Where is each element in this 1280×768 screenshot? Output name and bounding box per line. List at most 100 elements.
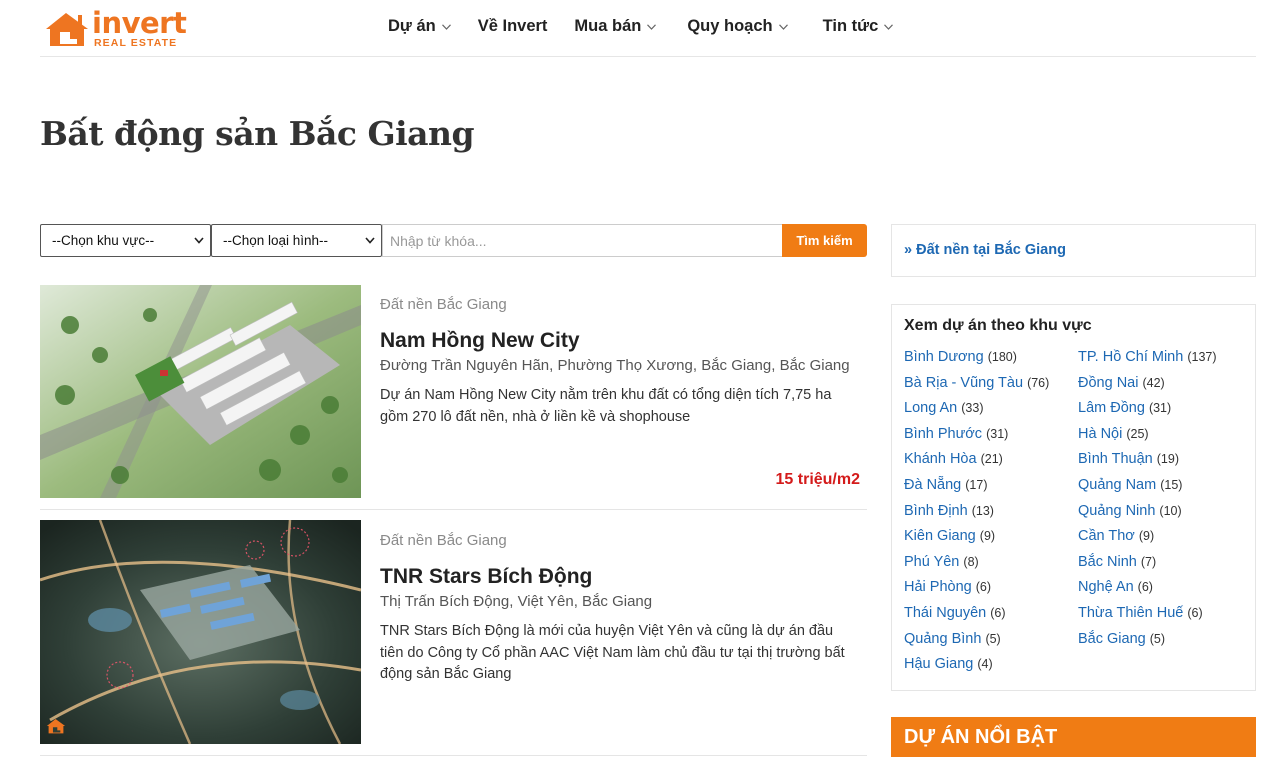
listing-category[interactable]: Đất nền Bắc Giang xyxy=(380,532,507,549)
logo-subtitle: REAL ESTATE xyxy=(94,37,178,49)
listing-title[interactable]: Nam Hồng New City xyxy=(380,329,580,353)
region-link[interactable]: Bình Phước (31) xyxy=(904,426,1078,446)
search-button[interactable]: Tìm kiếm xyxy=(782,224,867,257)
region-name: TP. Hồ Chí Minh xyxy=(1078,349,1184,365)
region-name: Thừa Thiên Huế xyxy=(1078,604,1184,621)
nav-item-du-an[interactable]: Dự án xyxy=(388,17,451,36)
region-count: (13) xyxy=(971,503,994,518)
chevron-down-icon xyxy=(194,237,204,244)
region-link[interactable]: Khánh Hòa (21) xyxy=(904,451,1078,471)
region-link[interactable]: Bắc Giang (5) xyxy=(1078,631,1244,651)
region-link[interactable]: Đồng Nai (42) xyxy=(1078,375,1244,395)
house-logo-icon xyxy=(46,13,88,46)
region-link[interactable]: Hậu Giang (4) xyxy=(904,656,1078,676)
region-link[interactable]: TP. Hồ Chí Minh (137) xyxy=(1078,349,1244,369)
nav-label: Quy hoạch xyxy=(687,17,773,35)
region-name: Bình Dương xyxy=(904,349,984,365)
regions-title: Xem dự án theo khu vực xyxy=(904,317,1092,334)
listing-address: Đường Trần Nguyên Hãn, Phường Thọ Xương,… xyxy=(380,357,850,374)
region-name: Kiên Giang xyxy=(904,528,976,545)
type-select[interactable]: --Chọn loại hình-- xyxy=(211,224,382,257)
region-link[interactable]: Bình Định (13) xyxy=(904,503,1078,523)
region-link[interactable]: Quảng Bình (5) xyxy=(904,631,1078,651)
main-nav: Dự án Về Invert Mua bán Quy hoạch Tin tứ… xyxy=(388,17,920,36)
region-link[interactable]: Thừa Thiên Huế (6) xyxy=(1078,605,1244,625)
region-count: (180) xyxy=(987,350,1017,364)
chevron-down-icon xyxy=(884,23,894,30)
listing-address: Thị Trấn Bích Động, Việt Yên, Bắc Giang xyxy=(380,593,653,610)
region-count: (4) xyxy=(977,657,993,672)
region-name: Quảng Nam xyxy=(1078,476,1157,493)
nav-label: Về Invert xyxy=(477,17,548,35)
listing-image-night-render xyxy=(40,520,361,744)
site-logo[interactable]: invert REAL ESTATE xyxy=(44,6,194,50)
region-link[interactable]: Quảng Nam (15) xyxy=(1078,477,1244,497)
region-count: (33) xyxy=(961,401,984,416)
region-name: Đồng Nai xyxy=(1078,374,1139,391)
region-count: (8) xyxy=(963,554,979,569)
region-name: Hà Nội xyxy=(1078,425,1123,442)
region-count: (5) xyxy=(985,631,1001,646)
listing-description: TNR Stars Bích Động là mới của huyện Việ… xyxy=(380,623,845,682)
region-name: Khánh Hòa xyxy=(904,451,977,468)
region-link[interactable]: Lâm Đồng (31) xyxy=(1078,400,1244,420)
region-count: (6) xyxy=(1137,580,1153,595)
listing-description: Dự án Nam Hồng New City nằm trên khu đất… xyxy=(380,387,832,425)
related-links-box: » Đất nền tại Bắc Giang xyxy=(891,224,1256,277)
region-count: (25) xyxy=(1126,426,1149,441)
region-link[interactable]: Hải Phòng (6) xyxy=(904,579,1078,599)
region-link[interactable]: Bình Thuận (19) xyxy=(1078,451,1244,471)
region-link[interactable]: Quảng Ninh (10) xyxy=(1078,503,1244,523)
nav-label: Dự án xyxy=(388,17,436,35)
region-count: (6) xyxy=(1187,605,1203,620)
listing-image[interactable] xyxy=(40,285,361,498)
region-name: Cần Thơ xyxy=(1078,528,1135,545)
region-link[interactable]: Long An (33) xyxy=(904,400,1078,420)
region-link[interactable]: Hà Nội (25) xyxy=(1078,426,1244,446)
nav-label: Tin tức xyxy=(822,17,879,35)
region-name: Thái Nguyên xyxy=(904,604,987,621)
region-name: Đà Nẵng xyxy=(904,476,962,493)
nav-item-ve-invert[interactable]: Về Invert xyxy=(478,17,548,36)
region-link[interactable]: Phú Yên (8) xyxy=(904,554,1078,574)
region-name: Nghệ An xyxy=(1078,579,1134,596)
region-link[interactable]: Bình Dương (180) xyxy=(904,349,1078,369)
listing-card[interactable]: Đất nền Bắc Giang Nam Hồng New City Đườn… xyxy=(40,285,867,510)
region-count: (7) xyxy=(1140,554,1157,569)
site-header: invert REAL ESTATE Dự án Về Invert Mua b… xyxy=(40,0,1256,57)
region-count: (15) xyxy=(1160,477,1183,492)
listing-price: 15 triệu/m2 xyxy=(775,471,860,488)
listing-title[interactable]: TNR Stars Bích Động xyxy=(380,565,592,589)
region-name: Bình Phước xyxy=(904,425,983,442)
page-title: Bất động sản Bắc Giang xyxy=(40,114,475,153)
region-link[interactable]: Đà Nẵng (17) xyxy=(904,477,1078,497)
regions-list: Bình Dương (180) TP. Hồ Chí Minh (137) Bà … xyxy=(904,349,1244,676)
region-link[interactable]: Bà Rịa - Vũng Tàu (76) xyxy=(904,375,1078,395)
region-link[interactable]: Cần Thơ (9) xyxy=(1078,528,1244,548)
listing-category[interactable]: Đất nền Bắc Giang xyxy=(380,296,507,313)
region-select[interactable]: --Chọn khu vực-- xyxy=(40,224,211,257)
region-name: Bà Rịa - Vũng Tàu xyxy=(904,374,1024,391)
region-name: Quảng Ninh xyxy=(1078,502,1156,519)
nav-item-tin-tuc[interactable]: Tin tức xyxy=(823,17,894,36)
region-link[interactable]: Kiên Giang (9) xyxy=(904,528,1078,548)
region-select-value: --Chọn khu vực-- xyxy=(52,233,155,248)
region-count: (42) xyxy=(1142,375,1165,390)
region-link[interactable]: Bắc Ninh (7) xyxy=(1078,554,1244,574)
listing-card[interactable]: Đất nền Bắc Giang TNR Stars Bích Động Th… xyxy=(40,520,867,756)
nav-item-quy-hoach[interactable]: Quy hoạch xyxy=(687,17,788,36)
listing-image[interactable] xyxy=(40,520,361,744)
region-count: (21) xyxy=(980,452,1003,467)
keyword-input[interactable] xyxy=(382,224,782,257)
region-count: (9) xyxy=(1138,529,1155,544)
region-count: (6) xyxy=(975,580,992,595)
related-link[interactable]: » Đất nền tại Bắc Giang xyxy=(904,242,1066,258)
region-count: (6) xyxy=(990,605,1006,620)
region-link[interactable]: Nghệ An (6) xyxy=(1078,579,1244,599)
featured-projects-heading: DỰ ÁN NỔI BẬT xyxy=(891,717,1256,757)
region-count: (19) xyxy=(1156,452,1179,467)
region-count: (31) xyxy=(1148,401,1172,416)
region-name: Quảng Bình xyxy=(904,630,982,647)
nav-item-mua-ban[interactable]: Mua bán xyxy=(574,17,657,36)
region-link[interactable]: Thái Nguyên (6) xyxy=(904,605,1078,625)
